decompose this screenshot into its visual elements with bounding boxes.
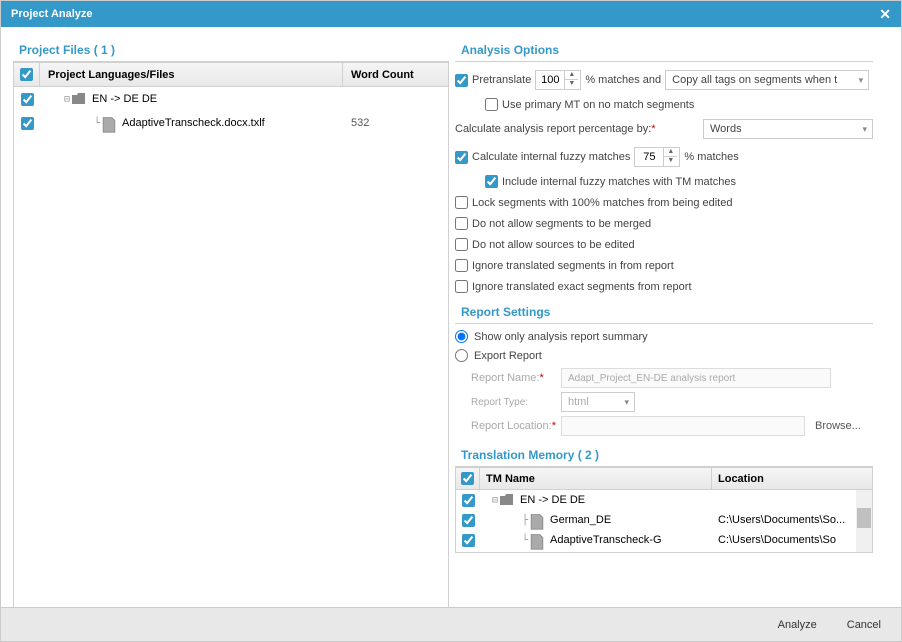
no-merge-checkbox[interactable] bbox=[455, 217, 468, 230]
tm-checkbox[interactable] bbox=[462, 534, 475, 547]
tree-expand-icon[interactable]: ⊟ bbox=[64, 94, 70, 105]
tm-name: German_DE bbox=[550, 514, 611, 526]
tm-lang-checkbox[interactable] bbox=[462, 494, 475, 507]
close-icon[interactable]: ✕ bbox=[879, 1, 891, 27]
project-files-panel: Project Files ( 1 ) Project Languages/Fi… bbox=[1, 27, 449, 607]
spinner-down-icon[interactable]: ▼ bbox=[565, 80, 578, 89]
report-type-dropdown: html bbox=[561, 392, 635, 412]
dialog-title: Project Analyze bbox=[11, 1, 93, 27]
tm-location: C:\Users\Documents\So... bbox=[712, 514, 872, 526]
tm-checkbox[interactable] bbox=[462, 514, 475, 527]
no-merge-label: Do not allow segments to be merged bbox=[472, 218, 651, 230]
ignore-exact-label: Ignore translated exact segments from re… bbox=[472, 281, 692, 293]
file-checkbox[interactable] bbox=[21, 117, 34, 130]
file-row[interactable]: └ AdaptiveTranscheck.docx.txlf 532 bbox=[14, 111, 448, 135]
tm-lang-row[interactable]: ⊟ EN -> DE DE bbox=[456, 490, 872, 510]
analyze-button[interactable]: Analyze bbox=[778, 619, 817, 631]
report-type-label: Report Type: bbox=[471, 397, 561, 408]
pretranslate-label: Pretranslate bbox=[472, 74, 531, 86]
options-panel: Analysis Options Pretranslate ▲▼ % match… bbox=[449, 27, 889, 607]
tm-row[interactable]: ├ German_DE C:\Users\Documents\So... bbox=[456, 510, 872, 530]
analysis-options-title: Analysis Options bbox=[455, 39, 873, 62]
tm-title: Translation Memory ( 2 ) bbox=[455, 444, 873, 467]
no-edit-src-label: Do not allow sources to be edited bbox=[472, 239, 635, 251]
lock-segments-checkbox[interactable] bbox=[455, 196, 468, 209]
no-edit-src-checkbox[interactable] bbox=[455, 238, 468, 251]
col-wordcount: Word Count bbox=[343, 63, 448, 86]
titlebar: Project Analyze ✕ bbox=[1, 1, 901, 27]
folder-icon bbox=[72, 93, 86, 105]
include-fuzzy-checkbox[interactable] bbox=[485, 175, 498, 188]
spinner-up-icon[interactable]: ▲ bbox=[664, 148, 677, 157]
col-languages-files: Project Languages/Files bbox=[40, 63, 343, 86]
spinner-down-icon[interactable]: ▼ bbox=[664, 157, 677, 166]
language-row[interactable]: ⊟ EN -> DE DE bbox=[14, 87, 448, 111]
export-report-label: Export Report bbox=[474, 350, 542, 362]
ignore-translated-checkbox[interactable] bbox=[455, 259, 468, 272]
file-icon bbox=[102, 117, 116, 129]
calc-fuzzy-checkbox[interactable] bbox=[455, 151, 468, 164]
spinner-up-icon[interactable]: ▲ bbox=[565, 71, 578, 80]
show-summary-radio[interactable] bbox=[455, 330, 468, 343]
col-tm-name: TM Name bbox=[480, 468, 712, 489]
lang-checkbox[interactable] bbox=[21, 93, 34, 106]
lang-label: EN -> DE DE bbox=[92, 93, 157, 105]
file-icon bbox=[530, 514, 544, 526]
tag-behavior-dropdown[interactable]: Copy all tags on segments when t bbox=[665, 70, 869, 90]
report-name-field bbox=[561, 368, 831, 388]
tm-select-all-checkbox[interactable] bbox=[461, 472, 474, 485]
file-icon bbox=[530, 534, 544, 546]
dialog-footer: Analyze Cancel bbox=[1, 607, 901, 641]
file-wordcount: 532 bbox=[343, 117, 448, 129]
export-report-radio[interactable] bbox=[455, 349, 468, 362]
percent-by-dropdown[interactable]: Words bbox=[703, 119, 873, 139]
folder-icon bbox=[500, 494, 514, 506]
pct-matches-label: % matches bbox=[684, 151, 738, 163]
report-loc-label: Report Location:* bbox=[471, 420, 561, 432]
scrollbar-thumb[interactable] bbox=[857, 508, 871, 528]
report-settings-title: Report Settings bbox=[455, 301, 873, 324]
files-select-all-checkbox[interactable] bbox=[20, 68, 33, 81]
pretranslate-checkbox[interactable] bbox=[455, 74, 468, 87]
primary-mt-checkbox[interactable] bbox=[485, 98, 498, 111]
ignore-translated-label: Ignore translated segments in from repor… bbox=[472, 260, 674, 272]
report-name-label: Report Name:* bbox=[471, 372, 561, 384]
include-fuzzy-label: Include internal fuzzy matches with TM m… bbox=[502, 176, 736, 188]
pretranslate-spinner[interactable]: ▲▼ bbox=[535, 70, 581, 90]
cancel-button[interactable]: Cancel bbox=[847, 619, 881, 631]
pretranslate-value[interactable] bbox=[536, 74, 564, 86]
tm-table: TM Name Location ⊟ EN -> DE DE bbox=[455, 467, 873, 553]
lock-segments-label: Lock segments with 100% matches from bei… bbox=[472, 197, 732, 209]
browse-button[interactable]: Browse... bbox=[815, 420, 861, 432]
tm-name: AdaptiveTranscheck-G bbox=[550, 534, 661, 546]
calc-fuzzy-label: Calculate internal fuzzy matches bbox=[472, 151, 630, 163]
report-loc-field bbox=[561, 416, 805, 436]
tm-row[interactable]: └ AdaptiveTranscheck-G C:\Users\Document… bbox=[456, 530, 872, 550]
fuzzy-spinner[interactable]: ▲▼ bbox=[634, 147, 680, 167]
tm-lang-label: EN -> DE DE bbox=[520, 494, 585, 506]
primary-mt-label: Use primary MT on no match segments bbox=[502, 99, 694, 111]
project-analyze-dialog: Project Analyze ✕ Project Files ( 1 ) Pr… bbox=[0, 0, 902, 642]
tree-leaf-icon: └ bbox=[94, 118, 100, 129]
matches-and-label: % matches and bbox=[585, 74, 661, 86]
files-table: Project Languages/Files Word Count ⊟ EN … bbox=[13, 62, 449, 622]
file-label: AdaptiveTranscheck.docx.txlf bbox=[122, 117, 265, 129]
ignore-exact-checkbox[interactable] bbox=[455, 280, 468, 293]
fuzzy-value[interactable] bbox=[635, 151, 663, 163]
col-tm-loc: Location bbox=[712, 468, 872, 489]
show-summary-label: Show only analysis report summary bbox=[474, 331, 648, 343]
tm-scrollbar[interactable] bbox=[856, 490, 872, 552]
tree-expand-icon[interactable]: ⊟ bbox=[492, 495, 498, 506]
project-files-title: Project Files ( 1 ) bbox=[13, 39, 449, 62]
calc-percent-label: Calculate analysis report percentage by:… bbox=[455, 123, 656, 135]
tm-location: C:\Users\Documents\So bbox=[712, 534, 872, 546]
